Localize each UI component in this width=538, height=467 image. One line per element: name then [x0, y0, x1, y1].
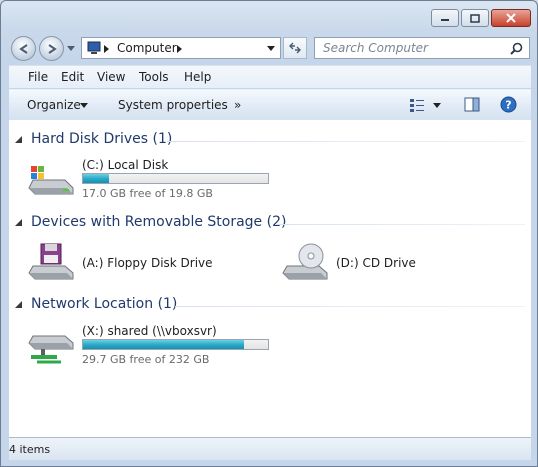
- group-network-location[interactable]: Network Location (1): [9, 296, 531, 316]
- collapse-triangle-icon[interactable]: [15, 136, 23, 144]
- drive-c[interactable]: (C:) Local Disk 17.0 GB free of 19.8 GB: [27, 158, 287, 200]
- forward-button[interactable]: [39, 36, 64, 61]
- minimize-button[interactable]: [431, 9, 459, 27]
- group-title: Hard Disk Drives (1): [31, 131, 173, 147]
- collapse-triangle-icon[interactable]: [15, 219, 23, 227]
- search-input[interactable]: Search Computer: [314, 37, 530, 59]
- drive-x[interactable]: (X:) shared (\\vboxsvr) 29.7 GB free of …: [27, 324, 287, 366]
- drive-free-space: 17.0 GB free of 19.8 GB: [82, 187, 213, 200]
- drive-name: (X:) shared (\\vboxsvr): [82, 324, 217, 338]
- collapse-triangle-icon[interactable]: [15, 301, 23, 309]
- status-bar: 4 items: [9, 437, 531, 460]
- content-pane: Hard Disk Drives (1) (C:) Local Disk 17.…: [9, 120, 531, 437]
- address-dropdown-icon[interactable]: [267, 46, 275, 52]
- refresh-button[interactable]: [283, 37, 307, 59]
- organize-button[interactable]: Organize: [27, 98, 81, 112]
- breadcrumb-arrow-icon: [177, 45, 182, 53]
- cd-icon: [282, 243, 328, 280]
- refresh-icon: [289, 42, 301, 54]
- menu-edit[interactable]: Edit: [61, 70, 84, 84]
- recent-pages-dropdown[interactable]: [67, 46, 75, 52]
- drive-usage-fill: [83, 340, 244, 349]
- menu-tools[interactable]: Tools: [139, 70, 169, 84]
- breadcrumb-arrow-icon: [104, 45, 109, 53]
- drive-usage-bar: [82, 173, 269, 184]
- command-bar: Organize System properties » ?: [9, 89, 531, 121]
- item-count: 4 items: [9, 443, 51, 456]
- group-divider: [175, 306, 525, 307]
- address-location: Computer: [117, 41, 177, 55]
- more-commands-button[interactable]: »: [234, 98, 241, 112]
- svg-text:?: ?: [505, 99, 511, 112]
- drive-usage-bar: [82, 339, 269, 350]
- drive-icon: [28, 166, 74, 195]
- search-icon[interactable]: [510, 42, 523, 55]
- maximize-button[interactable]: [461, 9, 489, 27]
- group-hard-disk-drives[interactable]: Hard Disk Drives (1): [9, 131, 531, 151]
- forward-icon: [47, 43, 57, 54]
- group-divider: [167, 141, 525, 142]
- drive-name: (C:) Local Disk: [82, 158, 169, 172]
- preview-pane-icon[interactable]: [464, 97, 480, 112]
- minimize-icon: [441, 19, 449, 21]
- menu-bar: File Edit View Tools Help: [9, 65, 531, 88]
- help-icon[interactable]: ?: [500, 96, 517, 113]
- organize-dropdown-icon: [80, 103, 88, 108]
- drive-name: (D:) CD Drive: [336, 256, 416, 270]
- system-properties-button[interactable]: System properties: [118, 98, 228, 112]
- close-button[interactable]: [491, 9, 531, 27]
- menu-help[interactable]: Help: [184, 70, 211, 84]
- address-bar[interactable]: Computer: [81, 37, 281, 59]
- network-drive-icon: [28, 335, 74, 364]
- menu-file[interactable]: File: [28, 70, 48, 84]
- view-dropdown-icon[interactable]: [433, 103, 441, 109]
- group-removable-storage[interactable]: Devices with Removable Storage (2): [9, 214, 531, 234]
- drive-a[interactable]: (A:) Floppy Disk Drive: [27, 242, 267, 284]
- address-row: Computer Search Computer: [1, 33, 537, 63]
- close-icon: [506, 13, 516, 23]
- drive-d[interactable]: (D:) CD Drive: [281, 242, 481, 284]
- floppy-icon: [28, 243, 74, 280]
- menu-view[interactable]: View: [97, 70, 125, 84]
- group-divider: [275, 224, 525, 225]
- drive-free-space: 29.7 GB free of 232 GB: [82, 353, 210, 366]
- back-button[interactable]: [11, 36, 36, 61]
- caption-buttons: [431, 9, 531, 27]
- computer-icon: [87, 41, 101, 54]
- drive-usage-fill: [83, 174, 109, 183]
- group-title: Network Location (1): [31, 296, 178, 312]
- search-placeholder: Search Computer: [323, 41, 428, 55]
- group-title: Devices with Removable Storage (2): [31, 214, 287, 230]
- drive-name: (A:) Floppy Disk Drive: [82, 256, 213, 270]
- view-icon[interactable]: [409, 98, 425, 112]
- explorer-window: Computer Search Computer File Edit View …: [0, 0, 538, 467]
- maximize-icon: [470, 13, 480, 23]
- back-icon: [18, 43, 28, 54]
